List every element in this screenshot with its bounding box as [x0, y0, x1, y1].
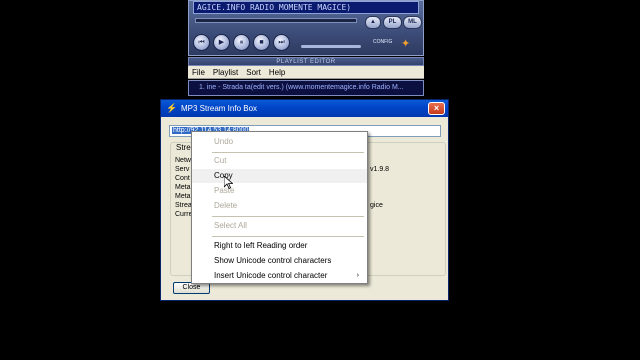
- song-title-display: AGICE.INFO RADIO MOMENTE MAGICE): [193, 1, 419, 14]
- menu-file[interactable]: File: [192, 66, 205, 79]
- winamp-bolt-icon: ⚡: [166, 103, 178, 113]
- play-button[interactable]: ▶: [213, 34, 230, 51]
- field-label-stream: Strea: [175, 202, 192, 209]
- playlist-titlebar: PLAYLIST EDITOR: [188, 57, 424, 66]
- edit-context-menu: Undo Cut Copy Paste Delete Select All Ri…: [191, 131, 368, 284]
- field-label-current: Curre: [175, 211, 193, 218]
- menu-item-undo[interactable]: Undo: [192, 135, 367, 149]
- winamp-main-window: AGICE.INFO RADIO MOMENTE MAGICE) ▲ PL ML…: [188, 0, 424, 56]
- playlist-row[interactable]: 1. ine - Strada ta(edit vers.) (www.mome…: [188, 80, 424, 96]
- seek-bar[interactable]: [195, 18, 357, 23]
- dialog-title: MP3 Stream Info Box: [181, 104, 258, 113]
- eject-small-button[interactable]: ▲: [365, 16, 381, 29]
- menu-item-copy[interactable]: Copy: [192, 169, 367, 183]
- volume-slider[interactable]: [301, 45, 361, 48]
- menu-item-insert-unicode-label: Insert Unicode control character: [214, 271, 328, 280]
- stream-name-value: gice: [370, 202, 383, 209]
- field-label-content: Cont: [175, 175, 190, 182]
- dialog-titlebar: ⚡ MP3 Stream Info Box: [161, 100, 448, 117]
- server-version-value: v1.9.8: [370, 166, 390, 173]
- menu-sort[interactable]: Sort: [246, 66, 261, 79]
- mouse-pointer-icon: [224, 176, 233, 189]
- menu-item-rtl-reading-order[interactable]: Right to left Reading order: [192, 239, 367, 253]
- stop-button[interactable]: ■: [253, 34, 270, 51]
- menu-separator: [212, 152, 364, 153]
- playlist-toggle-button[interactable]: PL: [383, 16, 402, 29]
- menu-item-show-unicode-control[interactable]: Show Unicode control characters: [192, 254, 367, 268]
- menu-help[interactable]: Help: [269, 66, 285, 79]
- winamp-logo-icon: ✦: [401, 38, 411, 50]
- pause-button[interactable]: ⏸: [233, 34, 250, 51]
- menu-item-delete[interactable]: Delete: [192, 199, 367, 213]
- menu-separator: [212, 216, 364, 217]
- menu-playlist[interactable]: Playlist: [213, 66, 238, 79]
- playlist-menubar: File Playlist Sort Help: [188, 66, 424, 79]
- menu-separator: [212, 236, 364, 237]
- menu-item-cut[interactable]: Cut: [192, 154, 367, 168]
- menu-item-insert-unicode-control[interactable]: Insert Unicode control character ›: [192, 269, 367, 283]
- field-label-network: Netw: [175, 157, 191, 164]
- menu-item-select-all[interactable]: Select All: [192, 219, 367, 233]
- dialog-close-icon[interactable]: ×: [428, 102, 445, 115]
- field-label-metadata-2: Meta: [175, 193, 191, 200]
- previous-button[interactable]: ⏮: [193, 34, 210, 51]
- field-label-server: Serv: [175, 166, 190, 173]
- submenu-arrow-icon: ›: [356, 272, 359, 279]
- next-button[interactable]: ⏭: [273, 34, 290, 51]
- field-label-metadata: Meta: [175, 184, 191, 191]
- media-library-toggle-button[interactable]: ML: [403, 16, 422, 29]
- menu-item-paste[interactable]: Paste: [192, 184, 367, 198]
- config-button[interactable]: CONFIG: [373, 39, 392, 45]
